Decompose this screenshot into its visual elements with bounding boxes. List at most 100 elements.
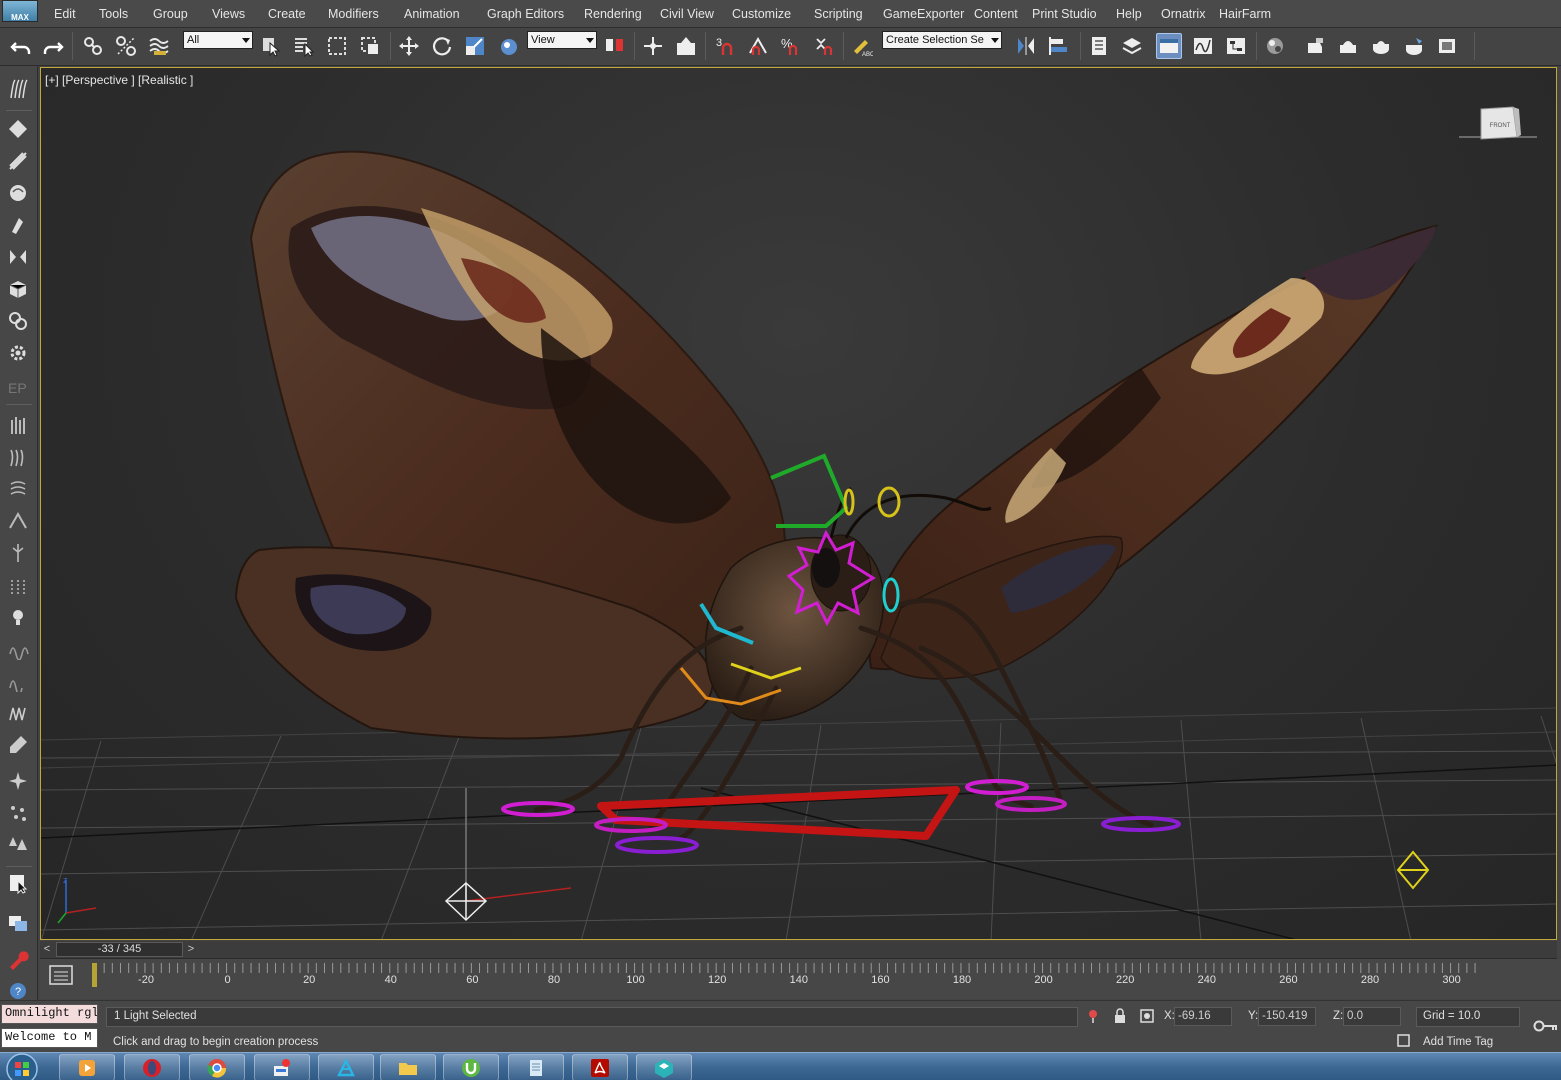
reference-coordinate-dropdown[interactable]: View [527,31,597,49]
windows-start-icon[interactable] [2,1052,42,1080]
menu-tools[interactable]: Tools [99,7,128,21]
forest-tool-icon[interactable] [5,832,31,858]
time-slider-prev-arrow[interactable]: < [40,942,54,957]
percent-snap-toggle-icon[interactable]: % [778,33,804,59]
mirror-icon[interactable] [1013,33,1039,59]
spinner-snap-toggle-icon[interactable] [811,33,837,59]
help-icon[interactable]: ? [5,976,31,1002]
toggle-layer-explorer-icon[interactable] [1119,33,1145,59]
menu-content[interactable]: Content [974,7,1018,21]
guide-tool-icon[interactable] [5,572,31,598]
material-editor-icon[interactable] [1262,33,1288,59]
3d-app-task-icon[interactable] [318,1054,374,1080]
absolute-mode-transform-icon[interactable] [1139,1008,1155,1024]
file-explorer-task-icon[interactable] [380,1054,436,1080]
settings-gear-icon[interactable] [5,340,31,366]
snaps-toggle-icon[interactable]: 3 [712,33,738,59]
menu-hairfarm[interactable]: HairFarm [1219,7,1271,21]
menu-views[interactable]: Views [212,7,245,21]
object-paint-icon[interactable] [5,212,31,238]
menu-rendering[interactable]: Rendering [584,7,642,21]
current-time-marker[interactable] [92,963,97,987]
window-crossing-icon[interactable] [357,33,383,59]
schematic-view-icon[interactable] [1223,33,1249,59]
menu-ornatrix[interactable]: Ornatrix [1161,7,1205,21]
utorrent-task-icon[interactable] [443,1054,499,1080]
scatter-tool-icon[interactable] [5,800,31,826]
viewcube[interactable]: FRONT [1459,103,1537,147]
curve-editor-icon[interactable] [1190,33,1216,59]
time-slider-next-arrow[interactable]: > [184,942,198,957]
menu-graph-editors[interactable]: Graph Editors [487,7,564,21]
z-coordinate-field[interactable]: 0.0 [1343,1007,1401,1026]
toggle-scene-explorer-icon[interactable] [1086,33,1112,59]
keyboard-shortcut-override-icon[interactable] [673,33,699,59]
menu-edit[interactable]: Edit [54,7,76,21]
select-by-name-icon[interactable] [291,33,317,59]
redo-icon[interactable] [40,33,66,59]
3ds-max-task-icon[interactable] [636,1054,692,1080]
select-and-move-icon[interactable] [396,33,422,59]
paint-task-icon[interactable] [254,1054,310,1080]
menu-group[interactable]: Group [153,7,188,21]
rectangular-selection-icon[interactable] [324,33,350,59]
box-primitive-icon[interactable] [5,276,31,302]
viewport-label[interactable]: [+] [Perspective ] [Realistic ] [45,73,193,87]
menu-help[interactable]: Help [1116,7,1142,21]
opera-task-icon[interactable] [124,1054,180,1080]
brush-tool-icon[interactable] [5,732,31,758]
wave-alt-tool-icon[interactable] [5,668,31,694]
wrench-utilities-icon[interactable] [5,946,31,972]
x-coordinate-field[interactable]: -69.16 [1174,1007,1232,1026]
align-icon[interactable] [1046,33,1072,59]
select-and-scale-icon[interactable] [462,33,488,59]
notepad-task-icon[interactable] [508,1054,564,1080]
menu-print-studio[interactable]: Print Studio [1032,7,1097,21]
sparkle-tool-icon[interactable] [5,768,31,794]
menu-civil-view[interactable]: Civil View [660,7,714,21]
light-bulb-icon[interactable] [5,604,31,630]
select-and-place-icon[interactable] [496,33,522,59]
export-plugin-icon[interactable]: EP [5,372,31,398]
layer-manager-icon[interactable] [5,910,31,936]
fur-tool-icon[interactable] [5,444,31,470]
time-slider-handle[interactable]: -33 / 345 [56,942,183,957]
selection-filter-dropdown[interactable]: All [183,31,253,49]
freeform-icon[interactable] [5,148,31,174]
media-player-task-icon[interactable] [59,1054,115,1080]
maxscript-listener-line-1[interactable]: Omnilight rgl [1,1004,98,1024]
chain-link-icon[interactable] [5,308,31,334]
mirror-tool-icon[interactable] [5,244,31,270]
toggle-ribbon-icon[interactable] [1156,33,1182,59]
strand-tool-icon[interactable] [5,540,31,566]
selection-lock-icon[interactable] [1112,1008,1128,1024]
perspective-viewport[interactable]: z [+] [Perspective ] [Realistic ] FRONT [40,67,1557,940]
menu-customize[interactable]: Customize [732,7,791,21]
bind-to-space-warp-icon[interactable] [146,33,172,59]
chrome-task-icon[interactable] [189,1054,245,1080]
edit-named-selection-sets-icon[interactable]: ABC [849,33,875,59]
grass-tool-icon[interactable] [5,412,31,438]
menu-gameexporter[interactable]: GameExporter [883,7,964,21]
y-coordinate-field[interactable]: -150.419 [1258,1007,1316,1026]
time-tag-icon[interactable] [1397,1034,1410,1047]
curl-tool-icon[interactable] [5,476,31,502]
mini-curve-editor-icon[interactable] [48,964,74,986]
use-pivot-center-icon[interactable] [602,33,628,59]
set-key-icon[interactable] [1533,1019,1559,1033]
select-and-manipulate-icon[interactable] [640,33,666,59]
angle-snap-toggle-icon[interactable] [745,33,771,59]
select-and-rotate-icon[interactable] [429,33,455,59]
menu-create[interactable]: Create [268,7,306,21]
comb-tool-icon[interactable] [5,508,31,534]
isolate-selection-icon[interactable] [1085,1008,1101,1024]
render-production-icon[interactable] [1368,33,1394,59]
select-tool-icon[interactable] [5,870,31,896]
rendered-frame-window-icon[interactable] [1335,33,1361,59]
hair-tool-icon[interactable] [5,76,31,102]
select-object-icon[interactable] [258,33,284,59]
paint-deform-icon[interactable] [5,180,31,206]
add-time-tag-button[interactable]: Add Time Tag [1423,1036,1493,1048]
undo-icon[interactable] [8,33,34,59]
time-slider-bar[interactable]: < -33 / 345 > [40,941,1557,959]
